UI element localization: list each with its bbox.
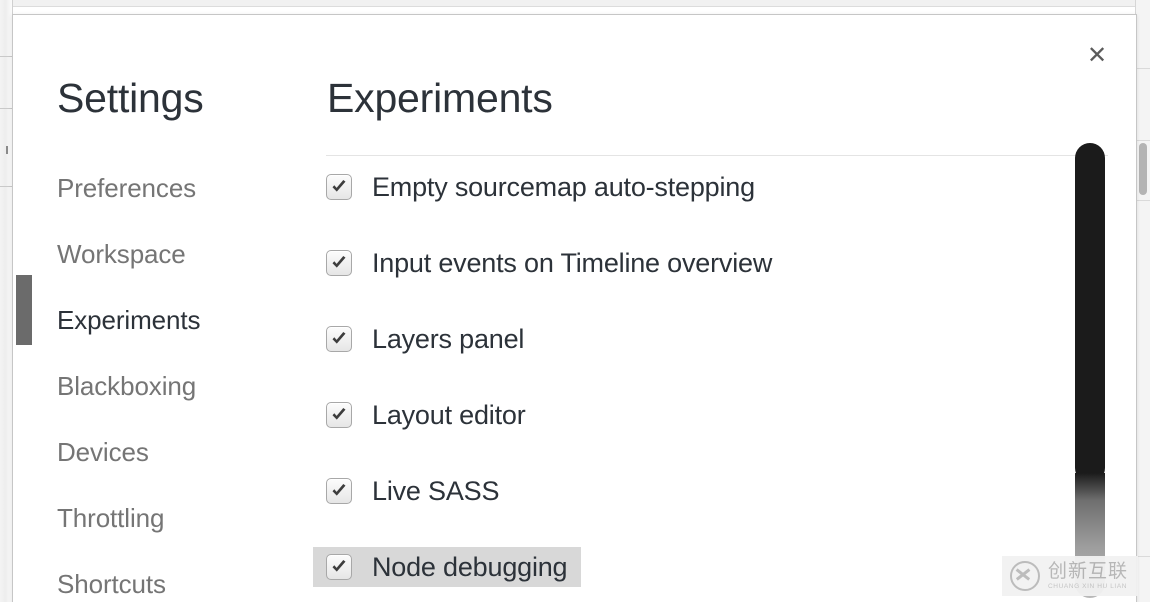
background-rule (0, 108, 12, 109)
watermark: 创新互联 CHUANG XIN HU LIAN (1001, 556, 1138, 596)
sidebar-item-label: Devices (57, 436, 149, 467)
watermark-logo-icon (1009, 561, 1040, 591)
watermark-pinyin: CHUANG XIN HU LIAN (1047, 582, 1128, 590)
experiment-row-empty-sourcemap-auto-stepping[interactable]: Empty sourcemap auto-stepping (313, 167, 769, 207)
sidebar-item-throttling[interactable]: Throttling (13, 485, 313, 551)
sidebar-item-shortcuts[interactable]: Shortcuts (13, 551, 313, 602)
panel-divider (326, 155, 1108, 156)
sidebar-item-devices[interactable]: Devices (13, 419, 313, 485)
checkbox-checked-icon[interactable] (326, 326, 352, 352)
sidebar-item-workspace[interactable]: Workspace (13, 221, 313, 287)
settings-title: Settings (57, 75, 204, 121)
experiment-label: Layout editor (372, 399, 526, 430)
background-rule (1136, 140, 1150, 141)
checkbox-checked-icon[interactable] (326, 554, 352, 580)
sidebar-item-label: Preferences (57, 172, 197, 203)
experiment-label: Layers panel (372, 323, 525, 354)
settings-dialog: ✕ Settings Preferences Workspace Experim… (12, 14, 1137, 602)
sidebar-item-label: Blackboxing (57, 370, 197, 401)
experiment-row-node-debugging[interactable]: Node debugging (313, 547, 582, 587)
experiments-panel: Experiments Empty sourcemap auto-steppin… (313, 15, 1136, 602)
sidebar-item-label: Throttling (57, 502, 165, 533)
experiment-label: Live SASS (372, 475, 500, 506)
experiment-row-layout-editor[interactable]: Layout editor (313, 395, 540, 435)
sidebar-item-label: Shortcuts (57, 568, 166, 599)
background-rule (1136, 200, 1150, 201)
experiment-row-layers-panel[interactable]: Layers panel (313, 319, 538, 359)
background-scrollbar-thumb[interactable] (1139, 143, 1147, 195)
background-rule (0, 186, 12, 187)
experiment-row-live-sass[interactable]: Live SASS (313, 471, 513, 511)
background-right-rail (1135, 0, 1150, 602)
panel-scrollbar[interactable] (1075, 143, 1105, 602)
sidebar-item-label: Workspace (57, 238, 186, 269)
checkbox-checked-icon[interactable] (326, 478, 352, 504)
sidebar-item-blackboxing[interactable]: Blackboxing (13, 353, 313, 419)
experiment-label: Empty sourcemap auto-stepping (372, 171, 755, 202)
panel-title: Experiments (327, 75, 553, 121)
background-toolbar-strip (0, 0, 1150, 7)
sidebar-item-label: Experiments (57, 304, 201, 335)
background-rule (1136, 68, 1150, 69)
sidebar-item-preferences[interactable]: Preferences (13, 155, 313, 221)
checkbox-checked-icon[interactable] (326, 250, 352, 276)
sidebar-item-experiments[interactable]: Experiments (13, 287, 313, 353)
watermark-chinese: 创新互联 (1047, 559, 1128, 582)
screen-root: ✕ Settings Preferences Workspace Experim… (0, 0, 1150, 602)
background-rule (1136, 556, 1150, 557)
experiment-row-input-events-on-timeline-overview[interactable]: Input events on Timeline overview (313, 243, 786, 283)
checkbox-checked-icon[interactable] (326, 402, 352, 428)
background-rule (0, 56, 12, 57)
watermark-text: 创新互联 CHUANG XIN HU LIAN (1047, 559, 1128, 591)
experiments-list: Empty sourcemap auto-stepping Input even… (313, 167, 1112, 602)
panel-scrollbar-thumb[interactable] (1075, 143, 1105, 483)
experiment-label: Input events on Timeline overview (372, 247, 773, 278)
experiment-label: Node debugging (372, 551, 568, 582)
sidebar-list: Preferences Workspace Experiments Blackb… (13, 155, 313, 602)
background-tick-mark (6, 146, 8, 154)
settings-sidebar: Settings Preferences Workspace Experimen… (13, 15, 313, 602)
checkbox-checked-icon[interactable] (326, 174, 352, 200)
